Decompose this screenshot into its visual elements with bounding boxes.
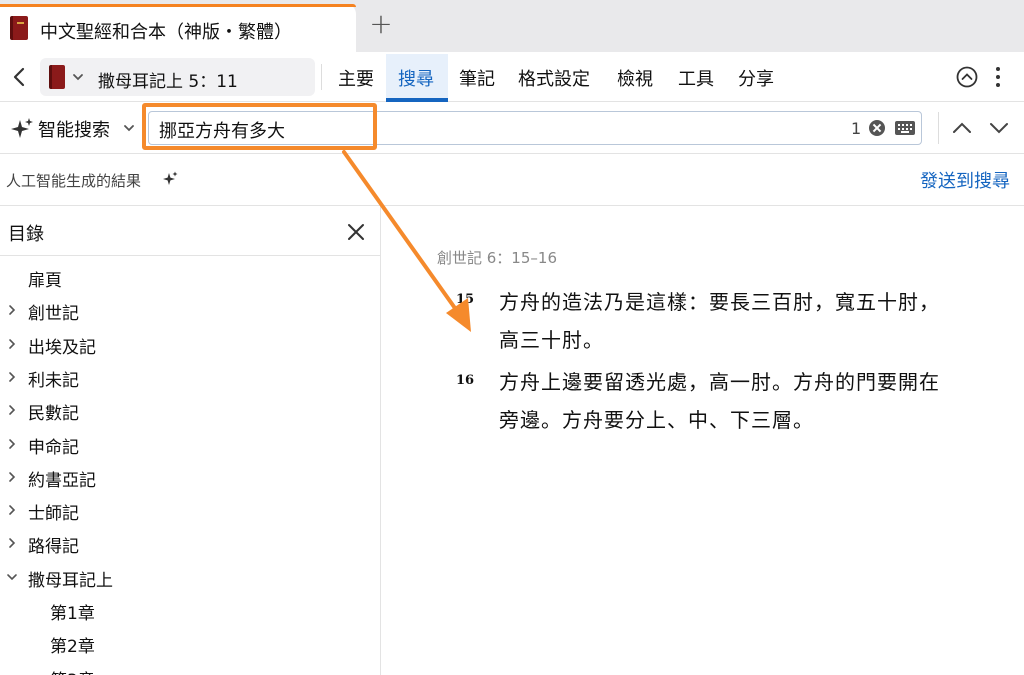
chevron-right-icon[interactable] — [6, 471, 18, 483]
toc-item-label: 路得記 — [28, 537, 79, 558]
chevron-right-icon[interactable] — [6, 404, 18, 416]
book-icon — [49, 65, 65, 89]
new-tab-button[interactable]: + — [368, 10, 394, 40]
toc-item[interactable]: 創世記 — [0, 294, 380, 327]
menu-tools[interactable]: 工具 — [678, 65, 714, 91]
menu-main[interactable]: 主要 — [338, 65, 374, 91]
toc-item[interactable]: 民數記 — [0, 394, 380, 427]
chevron-down-icon[interactable] — [6, 571, 18, 583]
chevron-right-icon[interactable] — [6, 304, 18, 316]
clear-icon[interactable] — [869, 120, 885, 136]
chevron-down-icon — [73, 74, 83, 81]
toc-item[interactable]: 撒母耳記上 — [0, 561, 380, 594]
toc-item[interactable]: 出埃及記 — [0, 328, 380, 361]
toc-item[interactable]: 扉頁 — [0, 261, 380, 294]
menu-share[interactable]: 分享 — [738, 65, 774, 91]
toc-item-label: 士師記 — [28, 504, 79, 525]
highlight-box — [142, 103, 377, 150]
book-icon — [10, 16, 28, 40]
tab-accent-bar — [0, 4, 356, 7]
verse-text-line[interactable]: 高三十肘。 — [499, 324, 604, 353]
verse-text-line[interactable]: 方舟上邊要留透光處，高一肘。方舟的門要開在 — [499, 366, 940, 395]
toc-item[interactable]: 士師記 — [0, 494, 380, 527]
menu-format[interactable]: 格式設定 — [518, 65, 590, 91]
toc-item-label: 創世記 — [28, 304, 79, 325]
divider — [321, 64, 322, 90]
toc-item[interactable]: 申命記 — [0, 428, 380, 461]
current-reference: 撒母耳記上 5：11 — [98, 72, 238, 92]
reference-selector[interactable]: 撒母耳記上 5：11 — [40, 58, 315, 96]
chevron-down-icon[interactable] — [122, 121, 136, 135]
toc-item-label: 第2章 — [50, 637, 95, 658]
toc-item-label: 出埃及記 — [28, 337, 96, 358]
toc-item[interactable]: 第2章 — [0, 627, 380, 660]
toc-item[interactable]: 第1章 — [0, 594, 380, 627]
chevron-right-icon[interactable] — [6, 504, 18, 516]
chevron-right-icon[interactable] — [6, 338, 18, 350]
sparkle-icon — [11, 118, 33, 138]
back-icon[interactable] — [8, 64, 30, 90]
more-icon[interactable] — [993, 65, 1003, 89]
chevron-right-icon[interactable] — [6, 371, 18, 383]
menu-search[interactable]: 搜尋 — [398, 65, 434, 91]
passage-reference: 創世記 6：15–16 — [437, 249, 557, 267]
toc-item-label: 約書亞記 — [28, 470, 96, 491]
result-count: 1 — [851, 119, 862, 138]
collapse-icon[interactable] — [956, 66, 978, 88]
verse-number: 16 — [456, 373, 475, 388]
toc-sidebar: 目錄 扉頁創世記出埃及記利未記民數記申命記約書亞記士師記路得記撒母耳記上第1章第… — [0, 206, 381, 675]
verse-text-line[interactable]: 旁邊。方舟要分上、中、下三層。 — [499, 404, 814, 433]
nav-toolbar: 撒母耳記上 5：11 主要 搜尋 筆記 格式設定 檢視 工具 分享 — [0, 52, 1024, 102]
toc-item-label: 第1章 — [50, 604, 95, 624]
tab-strip: 中文聖經和合本（神版・繁體） + — [0, 0, 1024, 52]
chevron-right-icon[interactable] — [6, 438, 18, 450]
divider — [938, 112, 939, 144]
ai-results-label: 人工智能生成的結果 — [6, 172, 142, 190]
verse-text-line[interactable]: 方舟的造法乃是這樣：要長三百肘，寬五十肘， — [499, 286, 940, 315]
verse-number: 15 — [456, 292, 475, 307]
menu-notes[interactable]: 筆記 — [459, 65, 495, 91]
toc-item-label: 第3章 — [50, 666, 95, 675]
toc-item-label: 扉頁 — [28, 271, 62, 291]
toc-item[interactable]: 第3章 — [0, 661, 380, 675]
toc-item[interactable]: 利未記 — [0, 361, 380, 394]
toc-item-label: 申命記 — [28, 437, 79, 458]
toc-item[interactable]: 路得記 — [0, 527, 380, 560]
tab-title: 中文聖經和合本（神版・繁體） — [40, 22, 292, 43]
toc-item-label: 利未記 — [28, 370, 79, 391]
toc-header: 目錄 — [0, 206, 380, 256]
document-tab[interactable]: 中文聖經和合本（神版・繁體） — [0, 4, 356, 52]
close-icon[interactable] — [347, 223, 365, 241]
toc-item-label: 民數記 — [28, 404, 79, 425]
send-to-search-link[interactable]: 發送到搜尋 — [920, 167, 1010, 193]
toc-item[interactable]: 約書亞記 — [0, 461, 380, 494]
keyboard-icon[interactable] — [895, 121, 915, 135]
chevron-down-icon[interactable] — [988, 117, 1010, 139]
toc-item-label: 撒母耳記上 — [28, 570, 113, 591]
chevron-up-icon[interactable] — [951, 117, 973, 139]
search-mode-label[interactable]: 智能搜索 — [38, 116, 110, 142]
toc-title: 目錄 — [8, 224, 44, 245]
ai-results-bar: 人工智能生成的結果 發送到搜尋 — [0, 154, 1024, 206]
sparkle-icon — [163, 171, 178, 185]
chevron-right-icon[interactable] — [6, 537, 18, 549]
menu-view[interactable]: 檢視 — [617, 65, 653, 91]
